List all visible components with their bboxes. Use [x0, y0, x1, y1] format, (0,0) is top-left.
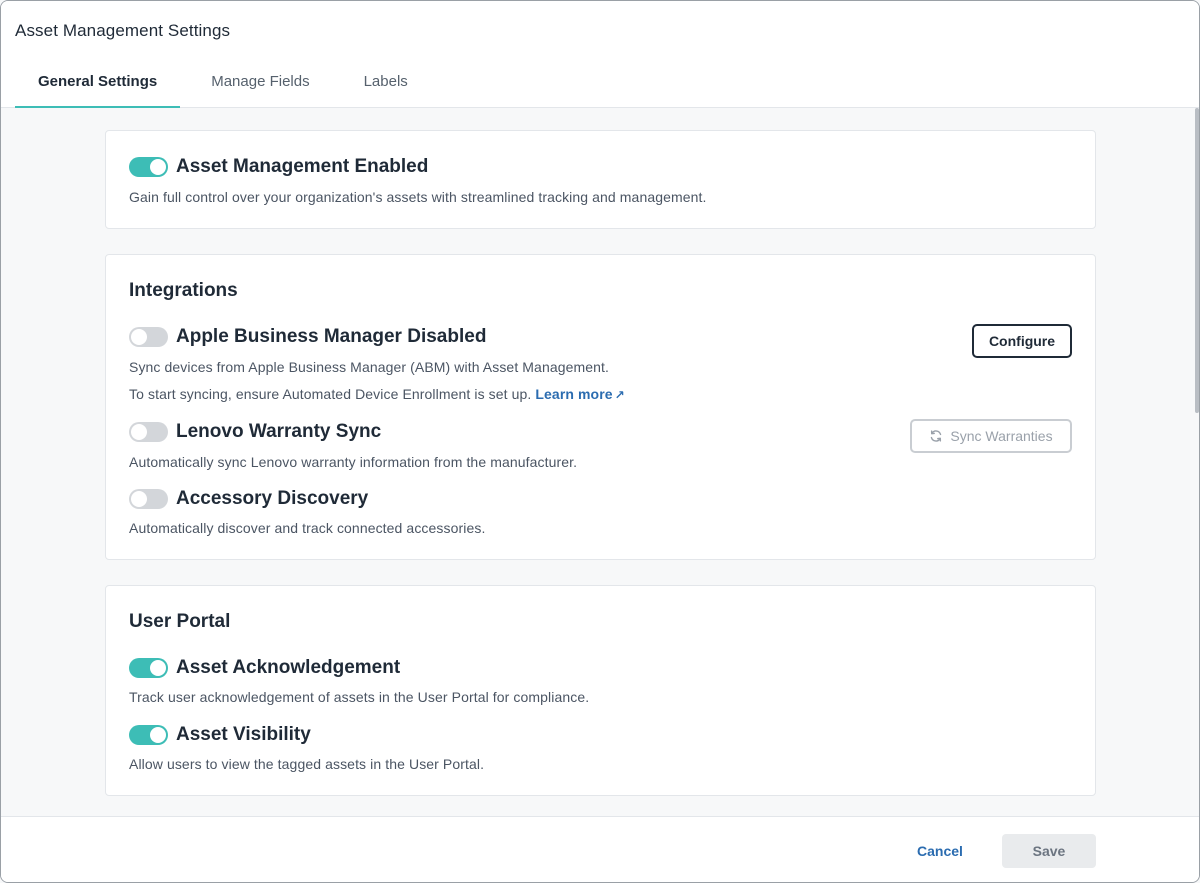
asset-acknowledgement-title: Asset Acknowledgement [176, 657, 401, 678]
apple-business-manager-row: Apple Business Manager Disabled [129, 326, 486, 348]
scrollbar[interactable] [1195, 108, 1199, 413]
asset-acknowledgement-row: Asset Acknowledgement [129, 657, 400, 679]
lenovo-warranty-title: Lenovo Warranty Sync [176, 421, 382, 442]
header: Asset Management Settings General Settin… [1, 1, 1199, 108]
asset-management-title: Asset Management Enabled [176, 156, 429, 177]
accessory-discovery-toggle[interactable] [129, 489, 168, 509]
integrations-card: Integrations Apple Business Manager Disa… [105, 254, 1096, 560]
accessory-discovery-description: Automatically discover and track connect… [129, 520, 486, 536]
asset-acknowledgement-description: Track user acknowledgement of assets in … [129, 689, 590, 705]
apple-business-manager-description: Sync devices from Apple Business Manager… [129, 359, 610, 375]
asset-acknowledgement-toggle[interactable] [129, 658, 168, 678]
tab-general-settings[interactable]: General Settings [15, 61, 181, 108]
apple-business-manager-title: Apple Business Manager Disabled [176, 326, 487, 347]
apple-business-manager-toggle[interactable] [129, 327, 168, 347]
apple-business-manager-note-line: To start syncing, ensure Automated Devic… [129, 386, 625, 402]
asset-visibility-description: Allow users to view the tagged assets in… [129, 756, 485, 772]
toggle-knob [131, 329, 147, 345]
tab-manage-fields[interactable]: Manage Fields [180, 61, 336, 107]
footer: Cancel Save [1, 816, 1199, 882]
learn-more-label: Learn more [535, 386, 613, 402]
cancel-button[interactable]: Cancel [905, 834, 975, 868]
sync-warranties-button[interactable]: Sync Warranties [910, 419, 1072, 453]
settings-content: Asset Management Enabled Gain full contr… [1, 108, 1197, 816]
lenovo-warranty-toggle[interactable] [129, 422, 168, 442]
toggle-knob [131, 491, 147, 507]
asset-management-row: Asset Management Enabled [129, 156, 428, 178]
settings-window: Asset Management Settings General Settin… [0, 0, 1200, 883]
window-title: Asset Management Settings [15, 21, 231, 40]
toggle-knob [150, 727, 166, 743]
sync-warranties-label: Sync Warranties [950, 428, 1053, 444]
configure-button[interactable]: Configure [972, 324, 1072, 358]
toggle-knob [131, 424, 147, 440]
asset-management-card: Asset Management Enabled Gain full contr… [105, 130, 1096, 229]
integrations-heading: Integrations [129, 280, 238, 301]
asset-visibility-row: Asset Visibility [129, 724, 311, 746]
save-button[interactable]: Save [1002, 834, 1096, 868]
user-portal-card: User Portal Asset Acknowledgement Track … [105, 585, 1096, 796]
asset-management-toggle[interactable] [129, 157, 168, 177]
lenovo-warranty-row: Lenovo Warranty Sync [129, 421, 381, 443]
accessory-discovery-row: Accessory Discovery [129, 488, 368, 510]
learn-more-link[interactable]: Learn more ↗ [535, 386, 624, 402]
sync-icon [931, 430, 942, 442]
external-link-icon: ↗ [614, 388, 625, 402]
lenovo-warranty-description: Automatically sync Lenovo warranty infor… [129, 454, 578, 470]
toggle-knob [150, 660, 166, 676]
accessory-discovery-title: Accessory Discovery [176, 488, 369, 509]
tab-labels[interactable]: Labels [337, 61, 431, 107]
toggle-knob [150, 159, 166, 175]
asset-management-description: Gain full control over your organization… [129, 189, 707, 205]
asset-visibility-title: Asset Visibility [176, 724, 311, 745]
tab-bar: General Settings Manage Fields Labels [15, 61, 431, 108]
user-portal-heading: User Portal [129, 611, 231, 632]
asset-visibility-toggle[interactable] [129, 725, 168, 745]
apple-business-manager-note: To start syncing, ensure Automated Devic… [129, 386, 532, 402]
